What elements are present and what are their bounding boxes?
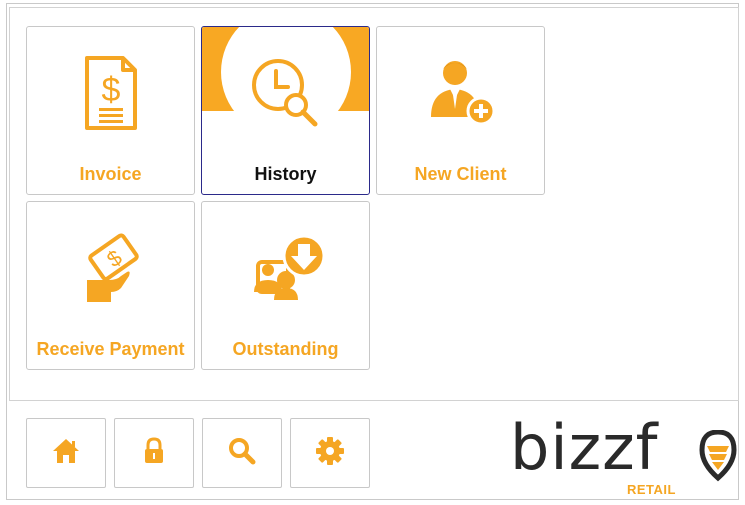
svg-text:$: $ <box>101 71 120 109</box>
tile-label: Invoice <box>79 164 142 184</box>
tile-label: New Client <box>414 164 507 184</box>
brand-logo: bizzf RETAIL <box>508 412 738 500</box>
home-button[interactable] <box>26 418 106 488</box>
tile-label: Outstanding <box>232 339 339 359</box>
tile-receive-payment[interactable]: $ Receive Payment <box>26 201 195 370</box>
settings-button[interactable] <box>290 418 370 488</box>
outstanding-icon <box>202 230 369 306</box>
search-icon <box>228 437 256 470</box>
search-button[interactable] <box>202 418 282 488</box>
tile-label: History <box>254 164 317 184</box>
new-client-icon <box>377 55 544 131</box>
tile-new-client[interactable]: New Client <box>376 26 545 195</box>
tile-history[interactable]: History <box>201 26 370 195</box>
home-icon <box>51 437 81 470</box>
logo-subtitle: RETAIL <box>627 482 676 497</box>
tile-invoice[interactable]: $ Invoice <box>26 26 195 195</box>
tile-outstanding[interactable]: Outstanding <box>201 201 370 370</box>
lock-icon <box>142 436 166 470</box>
gear-icon <box>315 436 345 471</box>
logo-wordmark: bizzf <box>510 411 659 484</box>
tile-label: Receive Payment <box>36 339 185 359</box>
logo-mark-icon <box>698 429 738 487</box>
lock-button[interactable] <box>114 418 194 488</box>
invoice-icon: $ <box>27 55 194 131</box>
history-icon <box>202 55 369 131</box>
receive-payment-icon: $ <box>27 230 194 306</box>
